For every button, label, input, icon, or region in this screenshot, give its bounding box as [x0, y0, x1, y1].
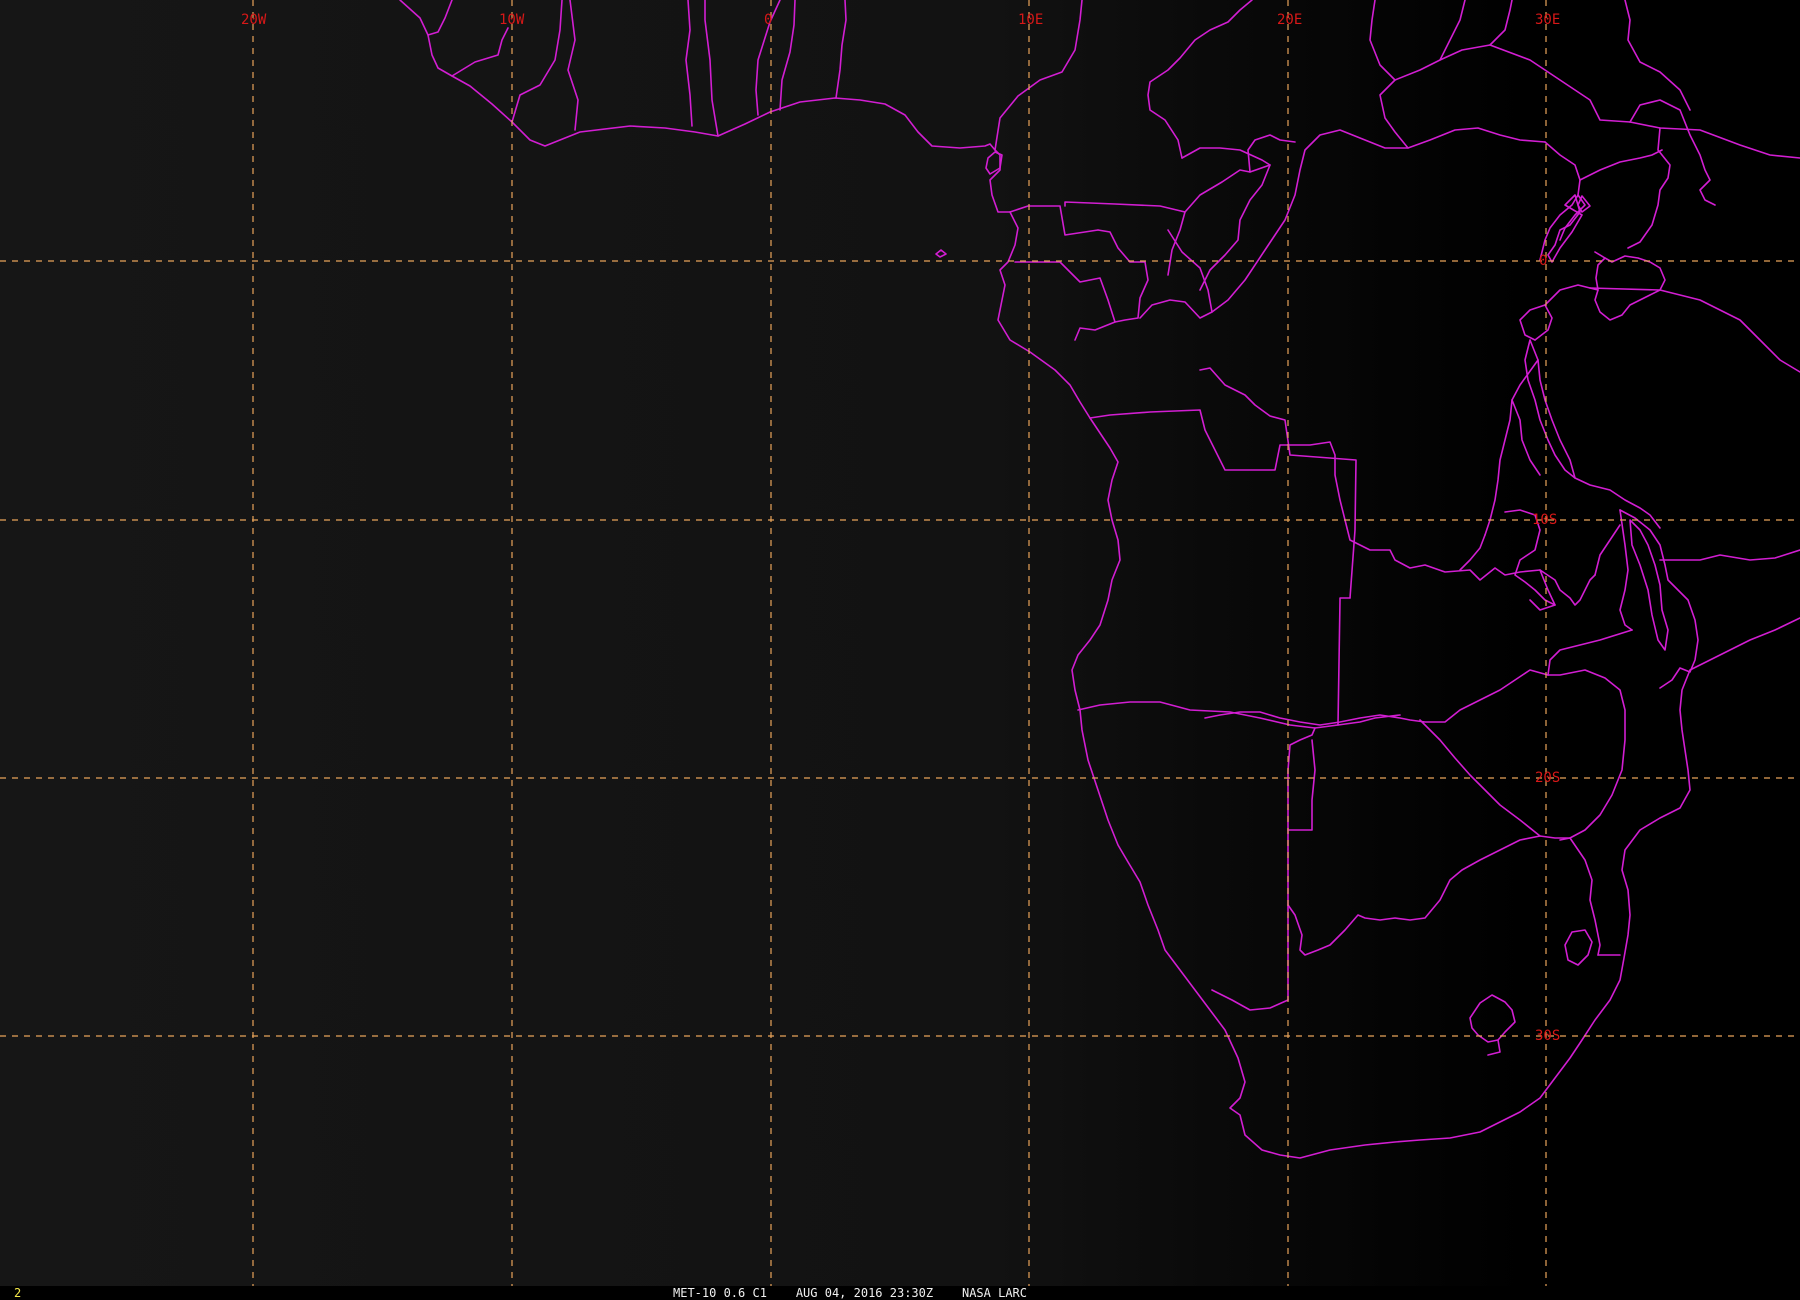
image-caption: MET-10 0.6 C1 AUG 04, 2016 23:30Z NASA L… [673, 1286, 1028, 1300]
lon-label-0: 0 [764, 12, 772, 28]
lon-label-10w: 10W [499, 12, 525, 28]
lat-label-20s: 20S [1535, 770, 1560, 786]
image-caption-bar: 2 MET-10 0.6 C1 AUG 04, 2016 23:30Z NASA… [0, 1286, 1800, 1300]
satellite-imagery [0, 0, 1800, 1286]
lon-label-30e: 30E [1535, 12, 1560, 28]
lon-label-20w: 20W [241, 12, 267, 28]
frame-number: 2 [14, 1286, 22, 1300]
lat-label-10s: 10S [1532, 512, 1557, 528]
lon-label-10e: 10E [1018, 12, 1043, 28]
lon-label-20e: 20E [1277, 12, 1302, 28]
satellite-map: 20W 10W 0 10E 20E 30E 0 10S 20S 30S [0, 0, 1800, 1300]
lat-label-0: 0 [1539, 253, 1547, 269]
lat-label-30s: 30S [1535, 1028, 1560, 1044]
map-canvas: 20W 10W 0 10E 20E 30E 0 10S 20S 30S [0, 0, 1800, 1286]
